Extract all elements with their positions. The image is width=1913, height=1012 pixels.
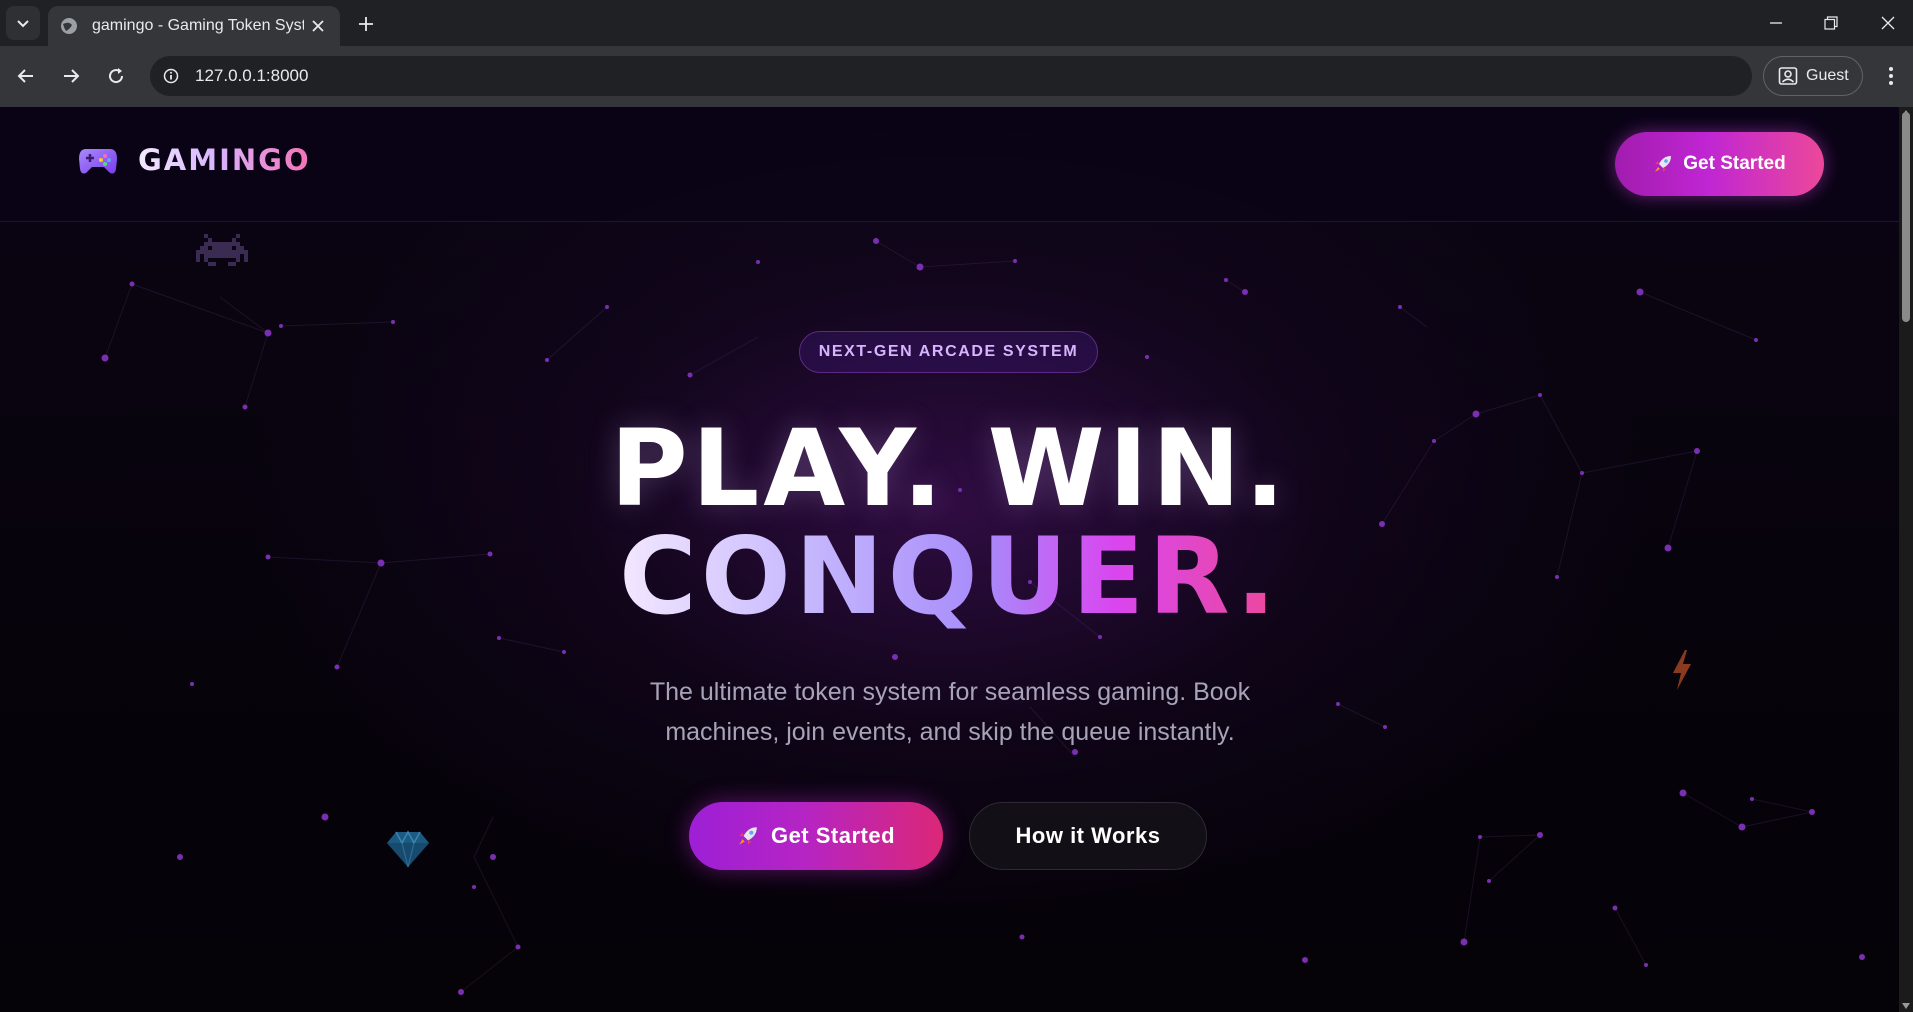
close-tab-icon[interactable] [308,16,328,36]
tab-strip: gamingo - Gaming Token System [0,0,1913,46]
restore-icon [1824,16,1838,30]
gamepad-icon [79,149,117,174]
new-tab-button[interactable] [352,10,380,38]
rocket-icon [1655,156,1672,172]
hero-secondary-cta-label: How it Works [1015,823,1161,848]
browser-chrome: gamingo - Gaming Token System [0,0,1913,107]
arrow-right-icon [64,69,80,83]
site-header: GAMINGO Get Started [0,107,1899,222]
scroll-down-arrow-icon[interactable] [1902,1003,1910,1009]
profile-button[interactable]: Guest [1763,56,1863,96]
space-invader-icon [196,233,248,284]
forward-button[interactable] [54,59,88,93]
more-vert-icon [1889,67,1893,85]
hero-primary-cta-label: Get Started [770,823,896,848]
hero-subtitle: The ultimate token system for seamless g… [649,678,1251,746]
close-window-button[interactable] [1868,8,1908,38]
chevron-down-icon [17,20,29,28]
site-logo[interactable]: GAMINGO [78,143,311,177]
hero-headline-gradient-text: CONQUER. [618,515,1281,638]
browser-tab[interactable]: gamingo - Gaming Token System [48,6,340,46]
close-icon [1881,16,1895,30]
header-cta-label: Get Started [1683,153,1786,174]
browser-toolbar: 127.0.0.1:8000 Guest [0,46,1913,107]
restore-button[interactable] [1811,8,1851,38]
arrow-left-icon [17,69,33,83]
how-it-works-button[interactable]: How it Works [969,802,1207,870]
reload-icon [109,68,124,84]
gem-icon [386,830,430,873]
lightning-icon [1670,650,1694,695]
hero-get-started-button[interactable]: Get Started [689,802,943,870]
page-viewport: GAMINGO Get Started NEXT-GEN ARCADE SYST… [0,107,1899,1012]
minimize-icon [1770,22,1782,24]
browser-menu-button[interactable] [1876,60,1906,92]
tab-title: gamingo - Gaming Token System [92,17,304,34]
profile-icon [1778,67,1798,85]
rocket-icon [739,827,757,845]
minimize-button[interactable] [1756,8,1796,38]
header-get-started-button[interactable]: Get Started [1615,132,1824,196]
profile-label: Guest [1806,67,1849,84]
plus-icon [359,17,373,31]
address-bar[interactable]: 127.0.0.1:8000 [150,56,1752,96]
hero-headline-line1: PLAY. WIN. [610,407,1289,530]
scrollbar-thumb[interactable] [1902,112,1910,322]
url-text: 127.0.0.1:8000 [195,66,309,85]
tab-search-button[interactable] [6,6,40,40]
site-info-icon[interactable] [155,60,187,92]
globe-icon [60,17,78,35]
hero-badge: NEXT-GEN ARCADE SYSTEM [799,331,1098,373]
logo-text: GAMINGO [138,143,311,177]
reload-button[interactable] [99,59,133,93]
page-scrollbar[interactable] [1899,107,1913,1012]
back-button[interactable] [9,59,43,93]
hero-headline-line2: CONQUER. [0,517,1899,637]
